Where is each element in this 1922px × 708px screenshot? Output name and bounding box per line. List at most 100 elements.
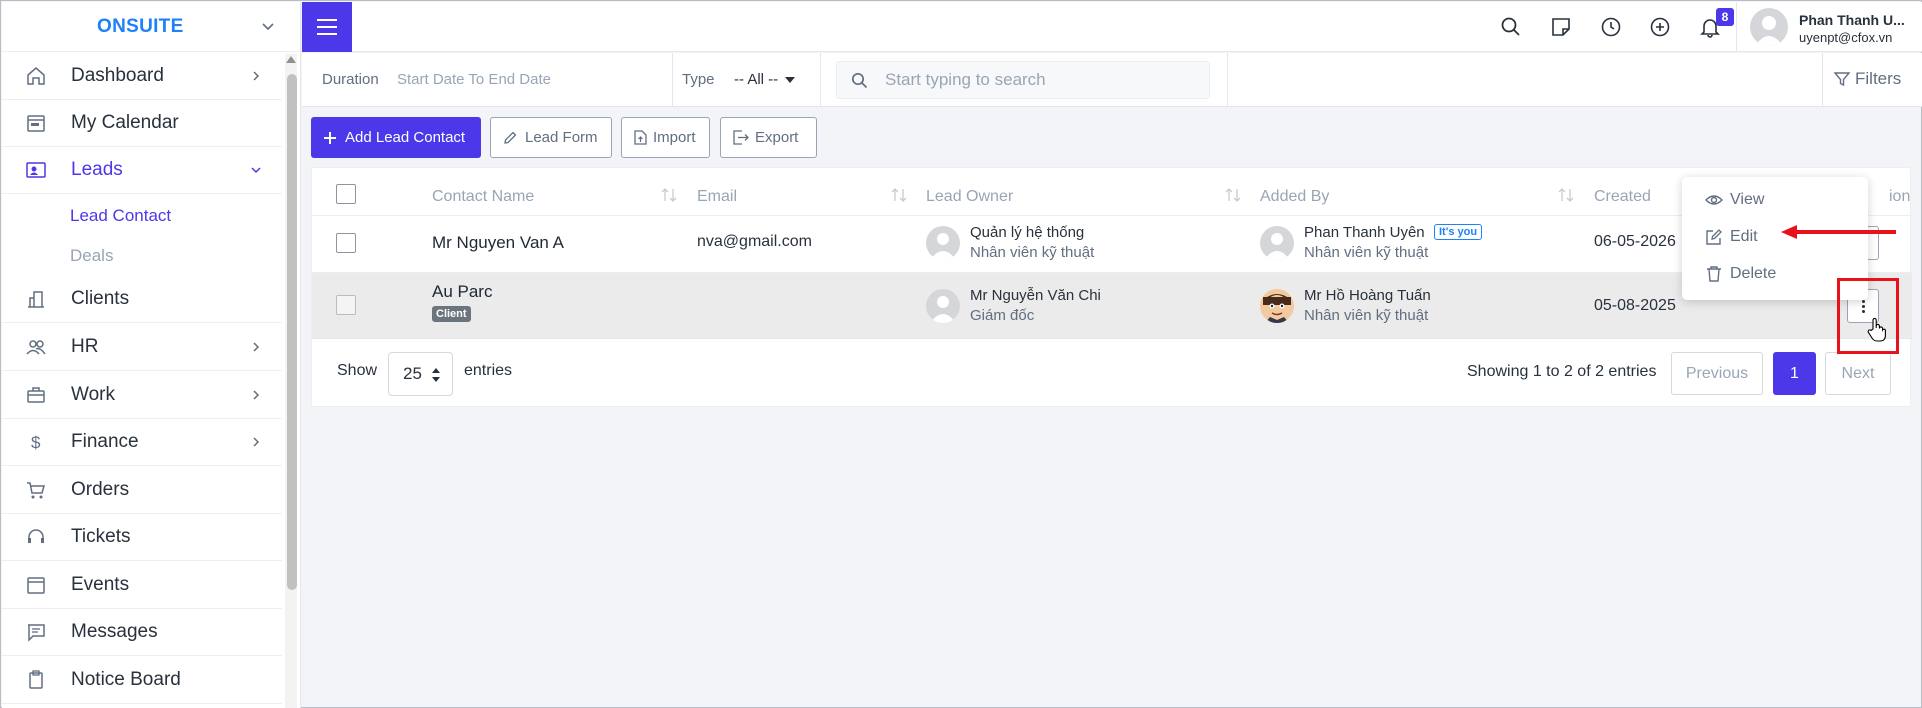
brand-header[interactable]: ONSUITE	[2, 2, 300, 52]
cart-icon	[27, 482, 45, 499]
sidebar-item-label: Notice Board	[71, 669, 181, 690]
chevron-right-icon	[253, 71, 260, 81]
user-name[interactable]: Phan Thanh U...	[1799, 12, 1905, 28]
sidebar-item-my-calendar[interactable]: My Calendar	[2, 100, 282, 147]
sidebar: ONSUITE Dashboard My Calendar Leads Lead…	[2, 2, 301, 708]
column-header-added-by[interactable]: Added By	[1260, 188, 1329, 206]
chevron-right-icon	[253, 437, 260, 447]
chevron-down-icon[interactable]	[261, 20, 275, 34]
sidebar-item-label: Clients	[71, 288, 130, 309]
notification-badge: 8	[1716, 8, 1734, 26]
dropdown-item-view[interactable]: View	[1682, 183, 1868, 217]
created-date: 06-05-2026	[1594, 233, 1676, 250]
sort-icon[interactable]	[1557, 186, 1575, 204]
search-input[interactable]	[885, 70, 1195, 90]
added-by-name[interactable]: Mr Hồ Hoàng Tuấn	[1304, 287, 1431, 304]
avatar	[1260, 289, 1294, 323]
sidebar-item-label: My Calendar	[71, 112, 179, 133]
file-import-icon	[634, 130, 647, 145]
next-page-button[interactable]: Next	[1825, 352, 1891, 395]
chevron-right-icon	[253, 390, 260, 400]
divider	[820, 53, 821, 107]
sidebar-item-leads[interactable]: Leads	[2, 147, 282, 194]
sidebar-item-label: Leads	[71, 159, 123, 180]
sort-icon[interactable]	[1224, 186, 1242, 204]
lead-form-button[interactable]: Lead Form	[490, 117, 612, 158]
hamburger-menu-button[interactable]	[302, 2, 352, 52]
page-1-button[interactable]: 1	[1773, 352, 1816, 395]
select-all-checkbox[interactable]	[336, 184, 356, 204]
import-button[interactable]: Import	[621, 117, 710, 158]
sidebar-item-label: HR	[71, 336, 99, 357]
sidebar-item-label: Tickets	[71, 526, 131, 547]
sort-icon[interactable]	[890, 186, 908, 204]
sidebar-item-orders[interactable]: Orders	[2, 467, 282, 514]
user-avatar[interactable]	[1750, 8, 1788, 46]
eye-icon	[1705, 195, 1723, 205]
sidebar-item-dashboard[interactable]: Dashboard	[2, 53, 282, 100]
add-circle-icon[interactable]	[1649, 16, 1671, 38]
home-icon	[27, 67, 45, 85]
clock-icon[interactable]	[1600, 16, 1622, 38]
sidebar-item-clients[interactable]: Clients	[2, 276, 282, 323]
contact-name[interactable]: Au Parc	[432, 282, 492, 302]
chevron-down-icon	[251, 167, 261, 174]
sidebar-item-hr[interactable]: HR	[2, 324, 282, 371]
edit-icon	[1706, 229, 1722, 245]
previous-page-button[interactable]: Previous	[1671, 352, 1763, 395]
column-header-created[interactable]: Created	[1594, 188, 1651, 206]
entries-per-page-select[interactable]: 25	[388, 352, 453, 396]
sidebar-item-label: Dashboard	[71, 65, 164, 86]
table-row[interactable]: Au Parc Client Mr Nguyễn Văn Chi Giám đố…	[312, 273, 1912, 339]
sort-icon[interactable]	[660, 186, 678, 204]
client-badge: Client	[432, 306, 471, 322]
add-lead-contact-button[interactable]: Add Lead Contact	[311, 117, 481, 158]
scroll-up-icon[interactable]	[286, 56, 296, 63]
column-header-lead-owner[interactable]: Lead Owner	[926, 188, 1013, 206]
lead-owner-name[interactable]: Mr Nguyễn Văn Chi	[970, 287, 1101, 304]
sidebar-item-messages[interactable]: Messages	[2, 609, 282, 656]
row-checkbox[interactable]	[336, 233, 356, 253]
column-header-contact-name[interactable]: Contact Name	[432, 188, 534, 206]
sidebar-scrollbar-thumb[interactable]	[287, 74, 297, 590]
divider	[1822, 53, 1823, 107]
contact-name[interactable]: Mr Nguyen Van A	[432, 233, 564, 253]
column-header-email[interactable]: Email	[697, 188, 737, 206]
calendar-icon	[27, 115, 45, 132]
hand-cursor-icon	[1867, 317, 1886, 342]
column-header-action: ion	[1889, 188, 1911, 205]
brand-name: ONSUITE	[97, 15, 184, 37]
type-select[interactable]: -- All --	[734, 71, 796, 88]
lead-owner-role: Nhân viên kỹ thuật	[970, 244, 1095, 261]
sidebar-item-label: Events	[71, 574, 130, 595]
dropdown-item-label: View	[1730, 191, 1765, 208]
sidebar-item-tickets[interactable]: Tickets	[2, 514, 282, 561]
sidebar-item-notice-board[interactable]: Notice Board	[2, 657, 282, 704]
search-icon[interactable]	[1500, 16, 1522, 38]
added-by-name[interactable]: Phan Thanh Uyên	[1304, 224, 1425, 241]
sidebar-item-label: Finance	[71, 431, 139, 452]
message-icon	[28, 624, 45, 642]
sidebar-subitem-lead-contact[interactable]: Lead Contact	[70, 206, 171, 226]
avatar	[1260, 226, 1294, 260]
row-checkbox[interactable]	[336, 295, 356, 315]
chevron-right-icon	[253, 342, 260, 352]
show-label: Show	[337, 362, 378, 379]
sidebar-subitem-deals[interactable]: Deals	[70, 246, 113, 266]
export-button[interactable]: Export	[720, 117, 817, 158]
lead-owner-name[interactable]: Quản lý hệ thống	[970, 224, 1084, 241]
its-you-badge: It's you	[1434, 224, 1483, 240]
contact-email[interactable]: nva@gmail.com	[697, 233, 812, 251]
duration-date-range[interactable]: Start Date To End Date	[397, 71, 551, 88]
clipboard-icon	[29, 670, 43, 689]
sidebar-item-events[interactable]: Events	[2, 562, 282, 609]
sidebar-item-finance[interactable]: $ Finance	[2, 419, 282, 466]
sidebar-item-work[interactable]: Work	[2, 372, 282, 419]
search-box[interactable]	[836, 61, 1210, 99]
filters-button[interactable]: Filters	[1834, 69, 1901, 89]
headset-icon	[28, 529, 44, 543]
topbar: 8 Phan Thanh U... uyenpt@cfox.vn	[302, 2, 1922, 52]
lead-owner-role: Giám đốc	[970, 307, 1035, 324]
sticky-note-icon[interactable]	[1550, 16, 1572, 38]
table-row[interactable]: Mr Nguyen Van A nva@gmail.com Quản lý hệ…	[312, 216, 1912, 273]
